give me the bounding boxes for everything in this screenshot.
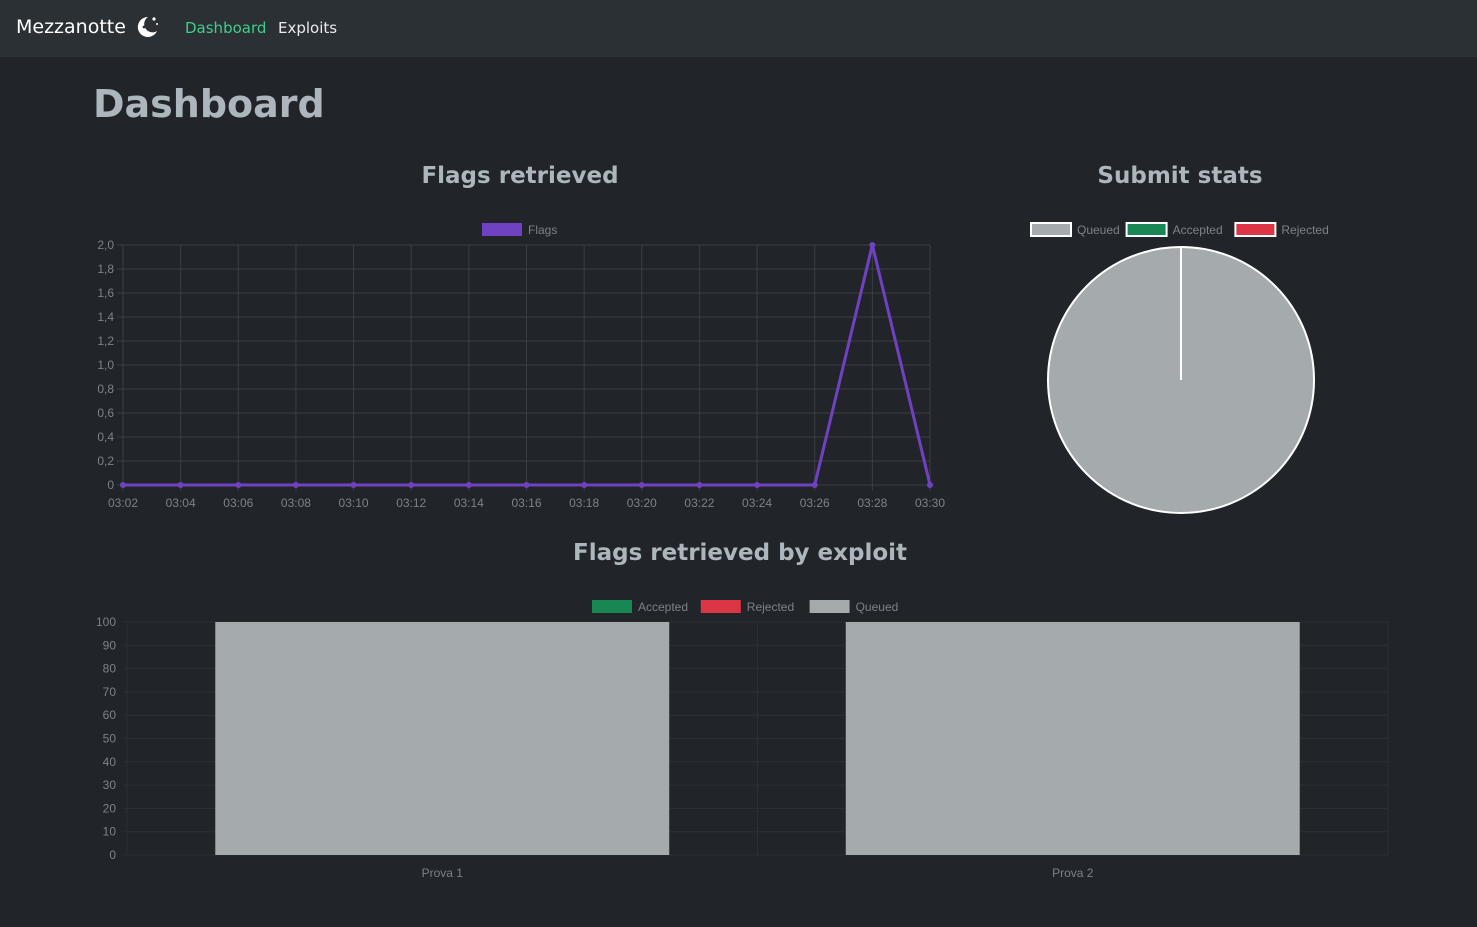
flags-y-tick-label: 0 xyxy=(107,478,114,492)
pie-legend-queued-label: Queued xyxy=(1077,223,1120,237)
pie-legend-rejected-swatch[interactable] xyxy=(1234,222,1277,237)
flags-data-point[interactable] xyxy=(811,482,818,488)
flags-data-point[interactable] xyxy=(120,482,126,488)
flags-x-tick-label: 03:08 xyxy=(281,496,311,510)
exploit-y-tick-label: 40 xyxy=(103,755,117,769)
flags-x-tick-label: 03:30 xyxy=(915,496,945,510)
exploit-legend-queued-label: Queued xyxy=(856,600,899,614)
exploit-y-tick-label: 90 xyxy=(103,638,117,652)
exploit-y-tick-label: 70 xyxy=(103,685,117,699)
flags-y-tick-label: 1,2 xyxy=(97,334,114,348)
flags-data-point[interactable] xyxy=(235,482,242,488)
flags-data-point[interactable] xyxy=(869,242,876,248)
exploit-y-tick-label: 80 xyxy=(103,662,117,676)
flags-x-tick-label: 03:06 xyxy=(223,496,253,510)
exploit-y-tick-label: 30 xyxy=(103,778,117,792)
flags-data-point[interactable] xyxy=(465,482,472,488)
flags-data-point[interactable] xyxy=(754,482,761,488)
flags-x-tick-label: 03:22 xyxy=(684,496,714,510)
flags-x-tick-label: 03:18 xyxy=(569,496,599,510)
flags-y-tick-label: 1,0 xyxy=(97,358,114,372)
exploit-legend-queued-swatch[interactable] xyxy=(809,600,850,613)
flags-data-point[interactable] xyxy=(581,482,588,488)
flags-y-tick-label: 0,6 xyxy=(97,406,114,420)
flags-data-point[interactable] xyxy=(292,482,299,488)
exploit-legend-rejected-label: Rejected xyxy=(747,600,794,614)
flags-y-tick-label: 0,2 xyxy=(97,454,114,468)
flags-y-tick-label: 0,4 xyxy=(97,430,114,444)
exploit-bar-queued[interactable] xyxy=(845,622,1300,855)
pie-legend-accepted-swatch[interactable] xyxy=(1125,222,1168,237)
flags-x-tick-label: 03:14 xyxy=(454,496,484,510)
exploit-x-tick-label: Prova 2 xyxy=(1052,866,1094,880)
flags-y-tick-label: 2,0 xyxy=(97,238,114,252)
exploit-y-tick-label: 0 xyxy=(109,848,116,862)
exploit-bar-queued[interactable] xyxy=(215,622,670,855)
flags-data-point[interactable] xyxy=(638,482,645,488)
flags-data-point[interactable] xyxy=(696,482,703,488)
charts-canvas: Flags 03:02 03:04 03:06 03:08 03:10 03:12 03:14… xyxy=(96,222,1389,880)
pie-legend-accepted-label: Accepted xyxy=(1173,223,1223,237)
exploit-y-tick-label: 20 xyxy=(103,801,117,815)
flags-y-tick-label: 0,8 xyxy=(97,382,114,396)
flags-data-point[interactable] xyxy=(523,482,530,488)
exploit-legend-accepted-swatch[interactable] xyxy=(592,600,632,613)
flags-x-tick-label: 03:20 xyxy=(627,496,657,510)
exploit-y-tick-label: 50 xyxy=(103,732,117,746)
exploit-y-tick-label: 10 xyxy=(103,825,117,839)
flags-y-tick-label: 1,4 xyxy=(97,310,114,324)
pie-legend-queued-swatch[interactable] xyxy=(1030,222,1072,237)
exploit-legend-accepted-label: Accepted xyxy=(638,600,688,614)
flags-x-tick-label: 03:28 xyxy=(857,496,887,510)
exploit-y-tick-label: 60 xyxy=(103,708,117,722)
exploit-y-tick-label: 100 xyxy=(96,615,116,629)
flags-x-tick-label: 03:16 xyxy=(511,496,541,510)
flags-data-point[interactable] xyxy=(177,482,184,488)
flags-legend-label: Flags xyxy=(528,223,557,237)
flags-y-tick-label: 1,6 xyxy=(97,286,114,300)
flags-x-tick-label: 03:12 xyxy=(396,496,426,510)
flags-y-tick-label: 1,8 xyxy=(97,262,114,276)
flags-data-point[interactable] xyxy=(408,482,415,488)
flags-x-tick-label: 03:26 xyxy=(800,496,830,510)
flags-x-tick-label: 03:24 xyxy=(742,496,772,510)
flags-x-tick-label: 03:04 xyxy=(166,496,196,510)
flags-data-point[interactable] xyxy=(927,482,933,488)
flags-data-point[interactable] xyxy=(350,482,357,488)
flags-x-tick-label: 03:10 xyxy=(339,496,369,510)
exploit-legend-rejected-swatch[interactable] xyxy=(700,600,741,613)
flags-legend-swatch[interactable] xyxy=(482,223,522,236)
exploit-x-tick-label: Prova 1 xyxy=(422,866,464,880)
pie-legend-rejected-label: Rejected xyxy=(1281,223,1328,237)
flags-x-tick-label: 03:02 xyxy=(108,496,138,510)
